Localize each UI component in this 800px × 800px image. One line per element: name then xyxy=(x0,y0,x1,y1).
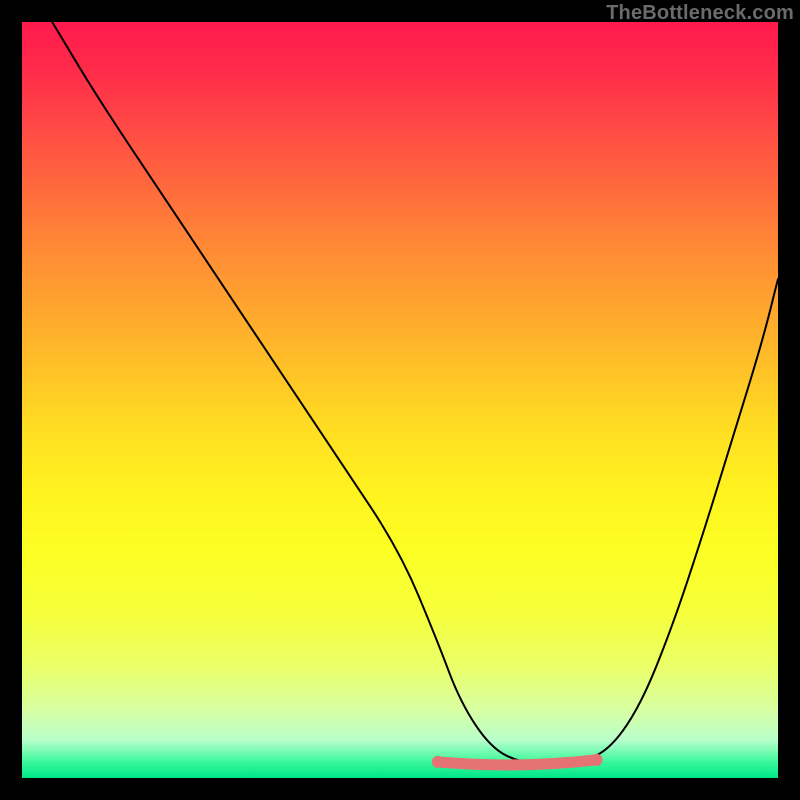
highlight-segment xyxy=(438,760,597,765)
highlight-dot-icon xyxy=(591,754,603,766)
curve-svg xyxy=(22,22,778,778)
chart-frame: TheBottleneck.com xyxy=(0,0,800,800)
highlight-dot-icon xyxy=(432,756,444,768)
chart-plot-area xyxy=(22,22,778,778)
bottleneck-curve xyxy=(52,22,778,763)
watermark-text: TheBottleneck.com xyxy=(606,2,794,25)
